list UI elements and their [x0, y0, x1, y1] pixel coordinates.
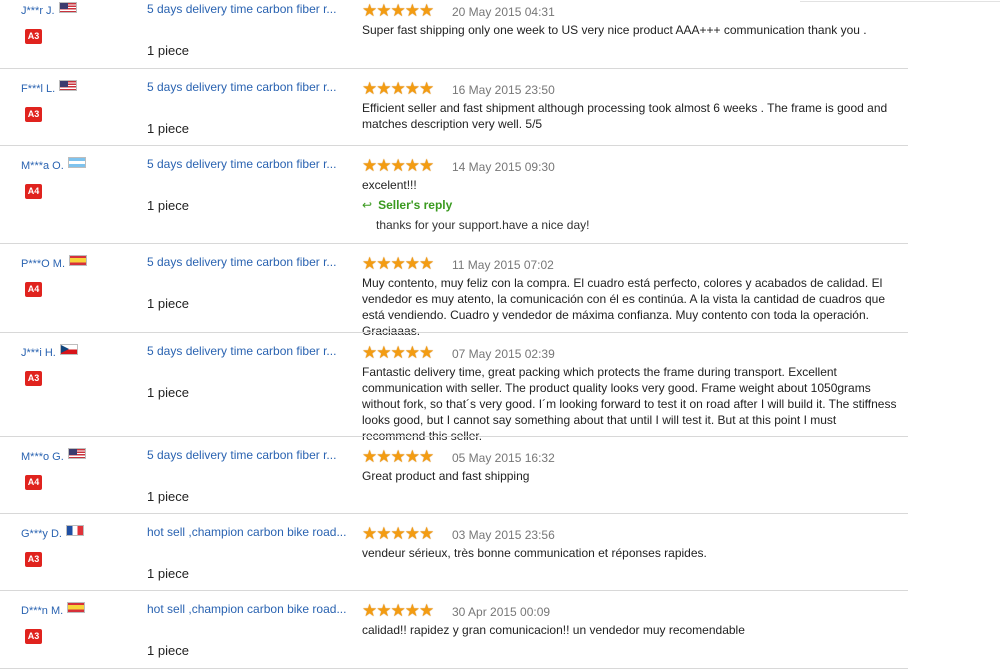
quantity: 1 piece	[147, 296, 189, 311]
quantity: 1 piece	[147, 385, 189, 400]
seller-reply-text-label: Seller's reply	[378, 198, 453, 212]
product-link[interactable]: 5 days delivery time carbon fiber r...	[147, 157, 336, 171]
buyer-name-text: F***l L.	[21, 83, 56, 96]
star-rating: ★★★★★	[362, 524, 434, 543]
product-link[interactable]: hot sell ,champion carbon bike road...	[147, 602, 346, 616]
review-comment: vendeur sérieux, très bonne communicatio…	[362, 546, 707, 560]
buyer-name-text: D***n M.	[21, 605, 64, 618]
buyer-name[interactable]: J***r J.	[21, 1, 77, 18]
product-link[interactable]: hot sell ,champion carbon bike road...	[147, 525, 346, 539]
buyer-level-badge: A3	[25, 29, 42, 44]
buyer-name[interactable]: M***o G.	[21, 447, 86, 464]
seller-reply-text: thanks for your support.have a nice day!	[376, 218, 590, 232]
review-comment: calidad!! rapidez y gran comunicacion!! …	[362, 623, 745, 637]
review-comment: Great product and fast shipping	[362, 469, 530, 483]
review-row: D***n M. A3 hot sell ,champion carbon bike…	[0, 593, 1000, 669]
row-divider	[0, 145, 908, 146]
product-link[interactable]: 5 days delivery time carbon fiber r...	[147, 255, 336, 269]
buyer-name-text: J***r J.	[21, 5, 55, 18]
row-divider	[0, 668, 908, 669]
star-rating: ★★★★★	[362, 601, 434, 620]
review-comment: Fantastic delivery time, great packing w…	[362, 365, 897, 443]
country-flag-icon	[59, 79, 78, 91]
buyer-level-badge: A3	[25, 107, 42, 122]
review-row: F***l L. A3 5 days delivery time carbon fi…	[0, 71, 1000, 146]
buyer-level-badge: A4	[25, 184, 42, 199]
quantity: 1 piece	[147, 43, 189, 58]
product-link[interactable]: 5 days delivery time carbon fiber r...	[147, 344, 336, 358]
buyer-name[interactable]: G***y D.	[21, 524, 84, 541]
row-divider	[0, 243, 908, 244]
review-row: J***r J. A3 5 days delivery time carbon fi…	[0, 0, 1000, 69]
star-rating: ★★★★★	[362, 156, 434, 175]
review-date: 11 May 2015 07:02	[452, 258, 554, 272]
country-flag-icon	[58, 1, 77, 13]
buyer-name-text: P***O M.	[21, 258, 66, 271]
country-flag-icon	[59, 343, 78, 355]
row-divider	[0, 436, 908, 437]
country-flag-icon	[67, 156, 86, 168]
reply-arrow-icon: ↩	[362, 198, 373, 212]
product-link[interactable]: 5 days delivery time carbon fiber r...	[147, 80, 336, 94]
buyer-name[interactable]: P***O M.	[21, 254, 88, 271]
star-rating: ★★★★★	[362, 343, 434, 362]
buyer-name[interactable]: F***l L.	[21, 79, 78, 96]
buyer-name-text: M***a O.	[21, 160, 64, 173]
star-rating: ★★★★★	[362, 254, 434, 273]
review-date: 05 May 2015 16:32	[452, 451, 555, 465]
row-divider	[0, 513, 908, 514]
review-row: M***o G. A4 5 days delivery time carbon fi…	[0, 439, 1000, 514]
quantity: 1 piece	[147, 121, 189, 136]
review-comment: Super fast shipping only one week to US …	[362, 23, 867, 37]
product-link[interactable]: 5 days delivery time carbon fiber r...	[147, 448, 336, 462]
row-divider	[0, 332, 908, 333]
review-row: P***O M. A4 5 days delivery time carbon fi…	[0, 246, 1000, 338]
buyer-level-badge: A4	[25, 475, 42, 490]
review-row: G***y D. A3 hot sell ,champion carbon bike…	[0, 516, 1000, 591]
buyer-name[interactable]: M***a O.	[21, 156, 86, 173]
review-date: 30 Apr 2015 00:09	[452, 605, 551, 619]
star-rating: ★★★★★	[362, 447, 434, 466]
quantity: 1 piece	[147, 643, 189, 658]
buyer-level-badge: A3	[25, 371, 42, 386]
star-rating: ★★★★★	[362, 79, 434, 98]
quantity: 1 piece	[147, 489, 189, 504]
review-date: 14 May 2015 09:30	[452, 160, 555, 174]
buyer-name-text: G***y D.	[21, 528, 62, 541]
country-flag-icon	[65, 524, 84, 536]
seller-reply-label: ↩ Seller's reply	[362, 198, 452, 212]
review-date: 16 May 2015 23:50	[452, 83, 555, 97]
country-flag-icon	[67, 601, 86, 613]
row-divider	[0, 68, 908, 69]
review-comment: Muy contento, muy feliz con la compra. E…	[362, 276, 885, 338]
buyer-level-badge: A3	[25, 552, 42, 567]
review-comment: excelent!!!	[362, 178, 417, 192]
country-flag-icon	[69, 254, 88, 266]
review-date: 03 May 2015 23:56	[452, 528, 555, 542]
country-flag-icon	[67, 447, 86, 459]
buyer-name-text: J***i H.	[21, 347, 56, 360]
review-row: M***a O. A4 5 days delivery time carbon fi…	[0, 148, 1000, 244]
review-date: 07 May 2015 02:39	[452, 347, 555, 361]
star-rating: ★★★★★	[362, 1, 434, 20]
buyer-name[interactable]: D***n M.	[21, 601, 86, 618]
quantity: 1 piece	[147, 566, 189, 581]
buyer-level-badge: A3	[25, 629, 42, 644]
review-date: 20 May 2015 04:31	[452, 5, 555, 19]
buyer-name[interactable]: J***i H.	[21, 343, 78, 360]
product-link[interactable]: 5 days delivery time carbon fiber r...	[147, 2, 336, 16]
row-divider	[0, 590, 908, 591]
buyer-name-text: M***o G.	[21, 451, 64, 464]
buyer-level-badge: A4	[25, 282, 42, 297]
quantity: 1 piece	[147, 198, 189, 213]
review-row: J***i H. A3 5 days delivery time carbon fi…	[0, 335, 1000, 443]
review-comment: Efficient seller and fast shipment altho…	[362, 101, 888, 131]
